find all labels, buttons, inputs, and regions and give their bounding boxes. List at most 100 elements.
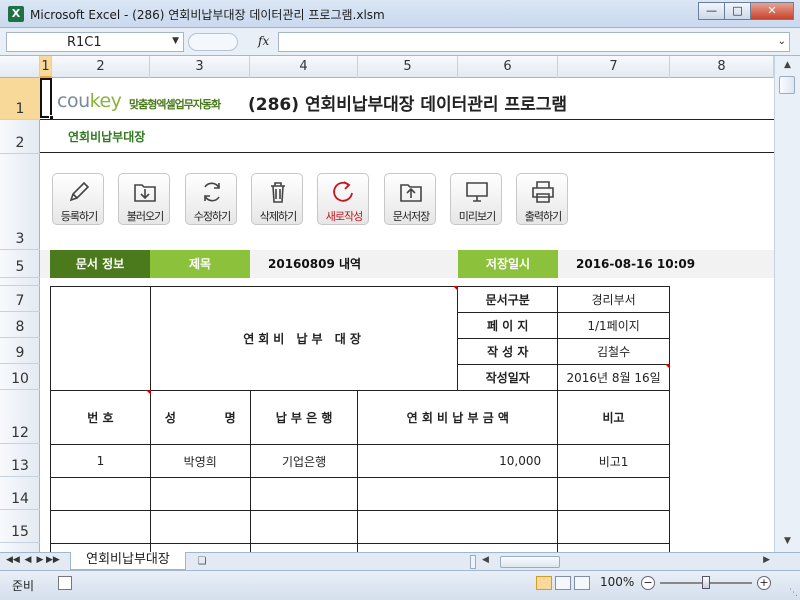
formula-input[interactable] (278, 32, 790, 52)
row-header[interactable]: 14 (0, 477, 40, 510)
empty-cell[interactable] (149, 477, 251, 511)
document-info-bar: 문서 정보 제목 20160809 내역 저장일시 2016-08-16 10:… (40, 250, 774, 278)
first-sheet-icon[interactable]: ◀◀ (6, 555, 20, 565)
register-button[interactable]: 등록하기 (52, 173, 104, 225)
column-headers: 1 2 3 4 5 6 7 8 (0, 56, 800, 78)
status-ready: 준비 (12, 579, 35, 593)
cell-amount[interactable]: 10,000 (357, 444, 559, 478)
last-sheet-icon[interactable]: ▶▶ (46, 555, 60, 565)
row-header[interactable]: 2 (0, 120, 40, 154)
row-header[interactable]: 1 (0, 78, 40, 120)
zoom-out-icon[interactable]: − (641, 576, 655, 590)
print-button[interactable]: 출력하기 (516, 173, 568, 225)
cell-name[interactable]: 박영희 (149, 444, 251, 478)
page-break-view-icon[interactable] (574, 576, 590, 590)
meta-value[interactable]: 김철수 (557, 338, 670, 365)
insert-function-icon[interactable]: fx (258, 34, 269, 48)
table-row (50, 543, 670, 552)
row-header[interactable]: 10 (0, 364, 40, 390)
row-header[interactable] (0, 278, 40, 286)
next-sheet-icon[interactable]: ▶ (34, 555, 46, 565)
column-header[interactable]: 5 (358, 56, 458, 78)
column-header[interactable]: 8 (670, 56, 774, 78)
scroll-thumb[interactable] (779, 76, 795, 94)
cell-no[interactable]: 1 (50, 444, 151, 478)
maximize-icon[interactable]: □ (724, 2, 751, 20)
saved-value[interactable]: 2016-08-16 10:09 (576, 250, 756, 278)
chevron-down-icon[interactable]: ▼ (172, 36, 179, 46)
resize-grip-icon[interactable]: ⋱ (789, 588, 798, 598)
column-header[interactable]: 6 (458, 56, 558, 78)
meta-value[interactable]: 1/1페이지 (557, 312, 670, 339)
empty-cell[interactable] (357, 477, 559, 511)
cell-note[interactable]: 비고1 (557, 444, 670, 478)
normal-view-icon[interactable] (536, 576, 552, 590)
column-header[interactable]: 2 (52, 56, 150, 78)
empty-cell[interactable] (357, 543, 559, 552)
status-bar: 준비 100% − + ⋱ (0, 570, 800, 600)
split-handle[interactable] (470, 555, 476, 569)
zoom-slider[interactable] (660, 576, 752, 589)
active-cell[interactable] (40, 78, 54, 120)
macro-record-icon[interactable] (58, 576, 72, 590)
column-header[interactable]: 7 (558, 56, 670, 78)
load-button[interactable]: 불러오기 (118, 173, 170, 225)
empty-cell[interactable] (357, 510, 559, 544)
row-header[interactable]: 5 (0, 250, 40, 278)
empty-cell[interactable] (557, 477, 670, 511)
formula-bar: R1C1 ▼ fx ⌄ (0, 28, 800, 56)
row-header[interactable]: 12 (0, 390, 40, 444)
row-header[interactable]: 13 (0, 444, 40, 477)
title-value[interactable]: 20160809 내역 (268, 250, 468, 278)
row-header[interactable]: 9 (0, 338, 40, 364)
insert-sheet-icon[interactable]: ❏ (193, 555, 211, 568)
empty-cell[interactable] (149, 543, 251, 552)
delete-button[interactable]: 삭제하기 (251, 173, 303, 225)
select-all-corner[interactable] (0, 56, 40, 78)
empty-cell[interactable] (50, 543, 151, 552)
save-document-button[interactable]: 문서저장 (384, 173, 436, 225)
zoom-in-icon[interactable]: + (757, 576, 771, 590)
preview-button[interactable]: 미리보기 (450, 173, 502, 225)
minimize-icon[interactable]: — (698, 2, 725, 20)
empty-cell[interactable] (149, 510, 251, 544)
row-header[interactable]: 8 (0, 312, 40, 338)
empty-cell[interactable] (249, 543, 359, 552)
row-header[interactable]: 7 (0, 286, 40, 312)
empty-cell[interactable] (249, 477, 359, 511)
column-header[interactable]: 4 (250, 56, 358, 78)
scroll-left-icon[interactable]: ◀ (482, 555, 489, 565)
close-icon[interactable]: ✕ (750, 2, 794, 20)
scroll-right-icon[interactable]: ▶ (763, 555, 770, 565)
empty-cell[interactable] (249, 510, 359, 544)
blank-cell[interactable] (50, 286, 151, 391)
empty-cell[interactable] (50, 510, 151, 544)
logo-subtitle: 맞춤형엑셀업무자동화 (129, 98, 221, 111)
meta-value[interactable]: 2016년 8월 16일 (557, 364, 671, 391)
column-header[interactable]: 1 (40, 56, 52, 78)
expand-formula-icon[interactable]: ⌄ (778, 36, 786, 47)
name-box[interactable]: R1C1 ▼ (6, 32, 184, 52)
prev-sheet-icon[interactable]: ◀ (22, 555, 34, 565)
zoom-knob[interactable] (702, 576, 710, 589)
row-header[interactable]: 15 (0, 510, 40, 543)
tab-sheet[interactable]: 연회비납부대장 (70, 552, 186, 570)
empty-cell[interactable] (50, 477, 151, 511)
excel-app-icon[interactable]: X (8, 6, 24, 22)
new-document-button[interactable]: 새로작성 (317, 173, 369, 225)
vertical-scrollbar[interactable]: ▲ ▼ (774, 56, 800, 552)
page-layout-view-icon[interactable] (555, 576, 571, 590)
row-header[interactable]: 3 (0, 154, 40, 250)
scroll-down-icon[interactable]: ▼ (780, 534, 795, 549)
zoom-level[interactable]: 100% (600, 575, 634, 589)
meta-value[interactable]: 경리부서 (557, 286, 670, 313)
document-title[interactable]: 연회비 납부 대장 (149, 286, 460, 391)
empty-cell[interactable] (557, 543, 670, 552)
edit-button[interactable]: 수정하기 (185, 173, 237, 225)
h-scroll-thumb[interactable] (500, 556, 560, 568)
scroll-up-icon[interactable]: ▲ (780, 58, 795, 73)
cell-bank[interactable]: 기업은행 (249, 444, 359, 478)
horizontal-scrollbar[interactable]: ◀ ▶ (470, 555, 774, 569)
empty-cell[interactable] (557, 510, 670, 544)
column-header[interactable]: 3 (150, 56, 250, 78)
